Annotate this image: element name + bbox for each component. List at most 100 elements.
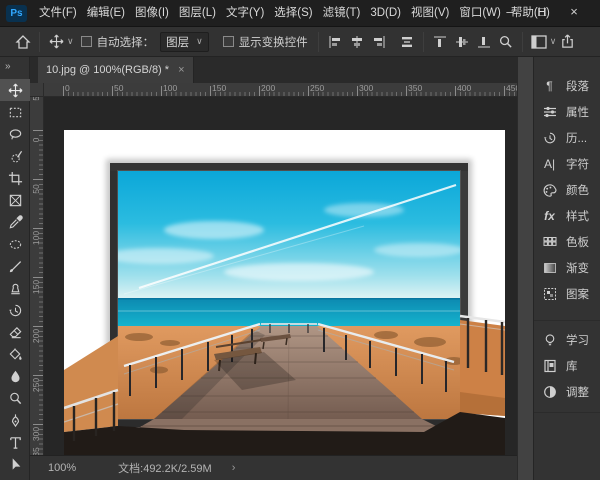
show-transform-checkbox[interactable] — [223, 36, 234, 47]
panel-label: 字符 — [566, 156, 589, 172]
ruler-label: 200 — [31, 321, 41, 351]
dock-resize-gutter[interactable] — [517, 57, 533, 480]
panel-patterns[interactable]: 图案 — [534, 281, 600, 307]
menu-item-edit[interactable]: 编辑(E) — [82, 0, 130, 27]
panel-color[interactable]: 颜色 — [534, 177, 600, 203]
type-tool[interactable] — [0, 431, 30, 453]
crop-icon — [8, 171, 23, 186]
marquee-icon — [8, 105, 23, 120]
quick-selection-icon — [8, 149, 23, 164]
move-icon — [8, 83, 23, 98]
brush-icon — [8, 259, 23, 274]
search-icon[interactable] — [495, 31, 517, 53]
photoshop-window: Ps 文件(F) 编辑(E) 图像(I) 图层(L) 文字(Y) 选择(S) 滤… — [0, 0, 600, 480]
document-tab[interactable]: 10.jpg @ 100%(RGB/8) * × — [38, 57, 194, 83]
move-tool[interactable] — [0, 79, 30, 101]
quick-selection-tool[interactable] — [0, 145, 30, 167]
collapse-toolbar-button[interactable]: » — [0, 57, 29, 79]
horizontal-ruler[interactable]: 0 50 100 150 200 250 300 350 400 450 50 — [44, 83, 517, 97]
auto-select-checkbox[interactable] — [81, 36, 92, 47]
eyedropper-tool[interactable] — [0, 211, 30, 233]
divider — [39, 32, 40, 52]
menu-bar: Ps 文件(F) 编辑(E) 图像(I) 图层(L) 文字(Y) 选择(S) 滤… — [0, 0, 600, 27]
path-selection-tool[interactable] — [0, 453, 30, 475]
panel-label: 色板 — [566, 234, 589, 250]
panel-label: 颜色 — [566, 182, 589, 198]
vertical-ruler[interactable]: 50 0 50 100 150 200 250 300 35 — [30, 97, 44, 455]
zoom-level-field[interactable]: 100% — [48, 462, 76, 474]
status-expand-icon[interactable]: › — [232, 462, 236, 474]
history-brush-icon — [8, 303, 23, 318]
panel-adjustments[interactable]: 调整 — [534, 379, 600, 405]
home-icon[interactable] — [12, 31, 34, 53]
panel-libraries[interactable]: 库 — [534, 353, 600, 379]
menu-item-image[interactable]: 图像(I) — [130, 0, 174, 27]
minimize-button[interactable]: – — [496, 0, 524, 26]
ruler-label: 300 — [359, 83, 373, 93]
clone-stamp-tool[interactable] — [0, 277, 30, 299]
ruler-label: 0 — [65, 83, 70, 93]
menu-item-file[interactable]: 文件(F) — [34, 0, 82, 27]
panel-learn[interactable]: 学习 — [534, 327, 600, 353]
menu-item-filter[interactable]: 滤镜(T) — [318, 0, 366, 27]
selection-arrow-icon — [8, 457, 23, 472]
menu-list: 文件(F) 编辑(E) 图像(I) 图层(L) 文字(Y) 选择(S) 滤镜(T… — [34, 0, 555, 27]
character-icon: A| — [541, 156, 558, 173]
ruler-label: 200 — [261, 83, 275, 93]
brush-tool[interactable] — [0, 255, 30, 277]
paint-bucket-icon — [8, 347, 23, 362]
blur-tool[interactable] — [0, 365, 30, 387]
show-transform-label: 显示变换控件 — [239, 34, 308, 50]
chevron-down-icon[interactable]: ∨ — [67, 36, 74, 47]
align-left-edges-icon[interactable] — [324, 31, 346, 53]
panel-gradients[interactable]: 渐变 — [534, 255, 600, 281]
align-bottom-icon[interactable] — [473, 31, 495, 53]
lasso-tool[interactable] — [0, 123, 30, 145]
panel-history[interactable]: 历... — [534, 125, 600, 151]
rectangular-marquee-tool[interactable] — [0, 101, 30, 123]
paint-bucket-tool[interactable] — [0, 343, 30, 365]
move-tool-option-icon[interactable] — [45, 31, 67, 53]
photo-canvas[interactable] — [64, 130, 505, 455]
spot-healing-brush-tool[interactable] — [0, 233, 30, 255]
panel-paragraph[interactable]: ¶ 段落 — [534, 73, 600, 99]
ruler-label: 350 — [408, 83, 422, 93]
menu-item-select[interactable]: 选择(S) — [269, 0, 317, 27]
close-tab-icon[interactable]: × — [178, 64, 184, 76]
styles-icon: fx — [541, 208, 558, 225]
align-horizontal-centers-icon[interactable] — [346, 31, 368, 53]
workspace-panel-icon[interactable] — [528, 31, 550, 53]
ruler-label: 150 — [212, 83, 226, 93]
pasteboard[interactable] — [44, 97, 517, 455]
chevron-down-icon[interactable]: ∨ — [550, 36, 557, 47]
ruler-label: 100 — [163, 83, 177, 93]
document-size-info[interactable]: 文档:492.2K/2.59M — [118, 460, 212, 476]
panel-styles[interactable]: fx 样式 — [534, 203, 600, 229]
dodge-tool[interactable] — [0, 387, 30, 409]
panel-swatches[interactable]: 色板 — [534, 229, 600, 255]
frame-tool[interactable] — [0, 189, 30, 211]
panel-properties[interactable]: 属性 — [534, 99, 600, 125]
distribute-icon[interactable] — [396, 31, 418, 53]
history-brush-tool[interactable] — [0, 299, 30, 321]
pen-tool[interactable] — [0, 409, 30, 431]
patterns-icon — [541, 286, 558, 303]
panel-label: 渐变 — [566, 260, 589, 276]
auto-select-target-dropdown[interactable]: 图层 ∨ — [160, 32, 209, 52]
close-button[interactable]: × — [560, 0, 588, 26]
menu-item-type[interactable]: 文字(Y) — [221, 0, 269, 27]
menu-item-view[interactable]: 视图(V) — [406, 0, 454, 27]
eraser-tool[interactable] — [0, 321, 30, 343]
share-icon[interactable] — [556, 31, 578, 53]
maximize-button[interactable]: □ — [528, 0, 556, 26]
align-top-icon[interactable] — [429, 31, 451, 53]
panel-character[interactable]: A| 字符 — [534, 151, 600, 177]
adjustments-icon — [541, 384, 558, 401]
menu-item-layer[interactable]: 图层(L) — [174, 0, 221, 27]
align-right-edges-icon[interactable] — [368, 31, 390, 53]
menu-item-3d[interactable]: 3D(D) — [365, 0, 406, 27]
photoshop-logo[interactable]: Ps — [6, 5, 27, 22]
crop-tool[interactable] — [0, 167, 30, 189]
align-middle-icon[interactable] — [451, 31, 473, 53]
ruler-label: 50 — [31, 97, 41, 111]
